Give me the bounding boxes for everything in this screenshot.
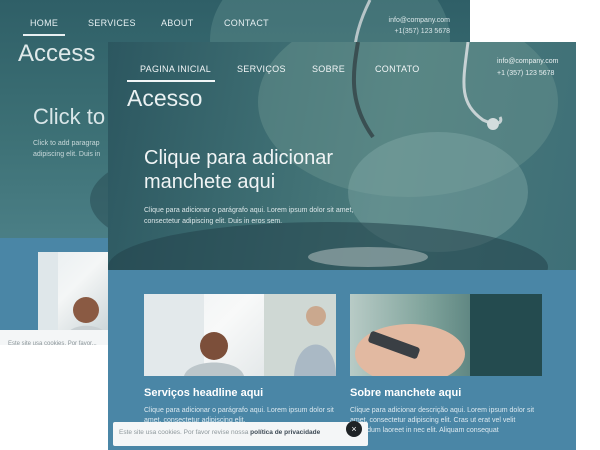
services-card-title: Serviços headline aqui xyxy=(144,387,264,399)
cookie-close-button[interactable]: × xyxy=(346,421,362,437)
hero-paragraph: Clique para adicionar o parágrafo aqui. … xyxy=(144,207,354,225)
back-nav-services: SERVICES xyxy=(88,18,136,28)
services-card: Serviços headline aqui Clique para adici… xyxy=(144,294,336,426)
nav-home[interactable]: PAGINA INICIAL xyxy=(140,64,211,74)
hero-section: PAGINA INICIAL SERVIÇOS SOBRE CONTATO in… xyxy=(108,42,576,270)
nav-active-indicator xyxy=(127,80,215,82)
cookie-text: Este site usa cookies. Por favor revise … xyxy=(119,429,249,436)
nav-about[interactable]: SOBRE xyxy=(312,64,345,74)
back-nav-contact: CONTACT xyxy=(224,18,269,28)
cookie-banner: Este site usa cookies. Por favor revise … xyxy=(113,422,368,446)
back-phone: +1(357) 123 5678 xyxy=(394,28,450,35)
about-card-text: Clique para adicionar descrição aqui. Lo… xyxy=(350,407,535,434)
back-logo: Access xyxy=(18,40,96,67)
hero-headline: Clique para adicionar manchete aqui xyxy=(144,147,334,193)
back-email: info@company.com xyxy=(388,17,450,24)
back-nav-about: ABOUT xyxy=(161,18,194,28)
back-nav-active-bar xyxy=(23,34,65,36)
privacy-policy-link[interactable]: política de privacidade xyxy=(250,429,320,436)
contact-info: info@company.com +1 (357) 123 5678 xyxy=(497,56,567,80)
about-card-image xyxy=(350,294,542,376)
back-contact-info: info@company.com +1(357) 123 5678 xyxy=(389,15,450,37)
back-card-photo xyxy=(38,252,110,337)
back-paragraph: Click to add paragrap adipiscing elit. D… xyxy=(33,140,101,158)
front-site-preview: PAGINA INICIAL SERVIÇOS SOBRE CONTATO in… xyxy=(108,42,576,450)
about-card: Sobre manchete aqui Clique para adiciona… xyxy=(350,294,542,436)
nav-services[interactable]: SERVIÇOS xyxy=(237,64,286,74)
back-cookie-banner: Este site usa cookies. Por favor... xyxy=(0,330,114,345)
nav-contact[interactable]: CONTATO xyxy=(375,64,420,74)
services-card-image xyxy=(144,294,336,376)
contact-phone: +1 (357) 123 5678 xyxy=(497,70,555,77)
contact-email[interactable]: info@company.com xyxy=(497,56,567,68)
site-logo[interactable]: Acesso xyxy=(127,85,202,112)
about-card-title: Sobre manchete aqui xyxy=(350,387,462,399)
back-nav-home: HOME xyxy=(30,18,59,28)
